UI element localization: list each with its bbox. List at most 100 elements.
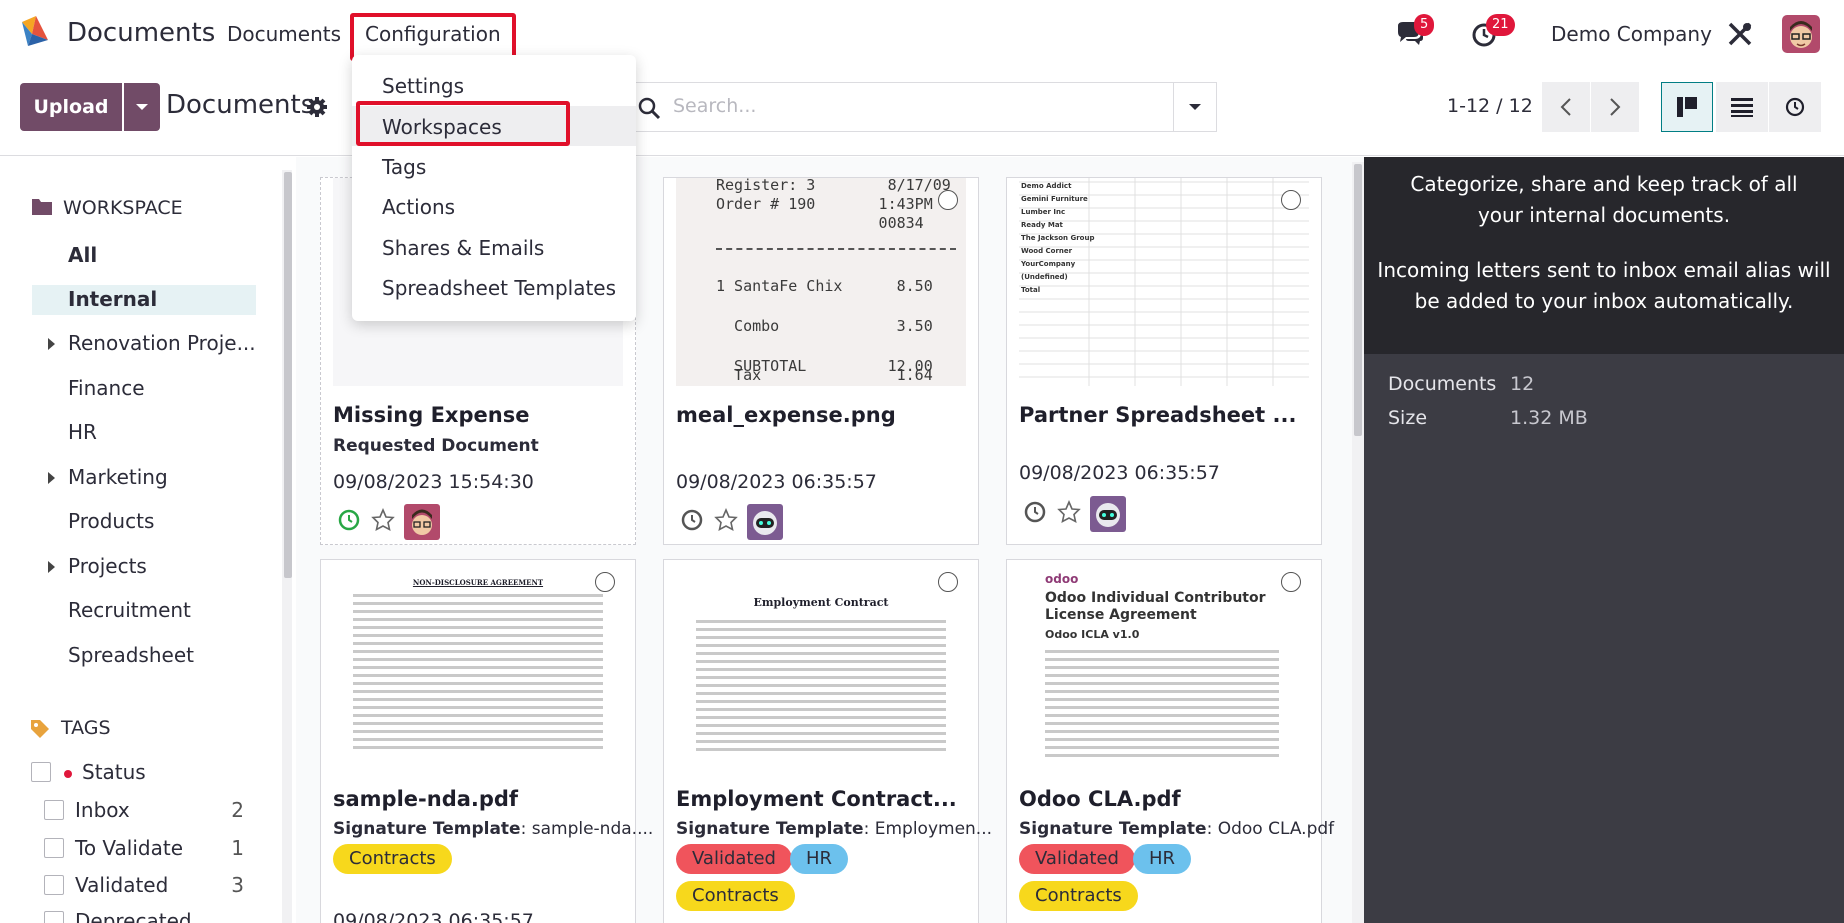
star-icon[interactable]	[714, 508, 738, 532]
documents-app-icon[interactable]	[18, 14, 54, 50]
menu-item-spreadsheet-templates[interactable]: Spreadsheet Templates	[382, 276, 616, 300]
star-icon[interactable]	[371, 508, 395, 532]
workspace-item-recruitment[interactable]: Recruitment	[32, 596, 256, 626]
select-radio[interactable]	[938, 190, 958, 210]
workspace-label: Marketing	[68, 465, 168, 489]
receipt-header: Register: 3 8/17/09 Order # 190 1:43PM 0…	[716, 178, 951, 233]
pager-previous-button[interactable]	[1542, 82, 1590, 132]
upload-button[interactable]: Upload	[20, 83, 122, 131]
tag-item-validated[interactable]: Validated 3	[44, 873, 244, 901]
page-title: Documents	[166, 90, 315, 120]
select-radio[interactable]	[595, 572, 615, 592]
activity-view-button[interactable]	[1769, 82, 1821, 132]
pdf-thumbnail: odoo Odoo Individual Contributor License…	[1019, 560, 1309, 768]
workspace-item-all[interactable]: All	[32, 241, 256, 271]
tag-item-inbox[interactable]: Inbox 2	[44, 798, 244, 826]
receipt-line: Register: 3 8/17/09	[716, 178, 951, 194]
tag-checkbox[interactable]	[44, 875, 64, 895]
workspace-header: WORKSPACE	[63, 197, 183, 219]
workspace-label: Spreadsheet	[68, 643, 194, 667]
kanban-icon	[1677, 97, 1697, 117]
activity-clock-icon[interactable]	[337, 508, 361, 532]
tag-count: 1	[231, 836, 244, 860]
document-card-meal-expense[interactable]: Register: 3 8/17/09 Order # 190 1:43PM 0…	[663, 177, 979, 545]
tag-label: Validated	[75, 873, 169, 897]
document-card-employment-contract[interactable]: Employment Contract Employment Contract.…	[663, 559, 992, 923]
search-input[interactable]	[673, 95, 1173, 117]
help-text-1: Categorize, share and keep track of all …	[1410, 172, 1798, 227]
workspace-item-internal[interactable]: Internal	[32, 285, 256, 315]
tag-contracts: Contracts	[333, 844, 452, 874]
status-checkbox[interactable]	[31, 762, 51, 782]
menu-item-shares-emails[interactable]: Shares & Emails	[382, 236, 544, 260]
workspace-item-products[interactable]: Products	[32, 507, 256, 537]
folder-icon	[32, 199, 52, 215]
doc-text-lines	[696, 620, 946, 756]
caret-right-icon[interactable]	[48, 472, 55, 484]
sidebar-scrollbar-thumb[interactable]	[284, 172, 292, 578]
caret-right-icon[interactable]	[48, 338, 55, 350]
upload-dropdown-toggle[interactable]	[124, 83, 160, 131]
tag-validated: Validated	[676, 844, 792, 874]
select-radio[interactable]	[1281, 572, 1301, 592]
document-inspector: Categorize, share and keep track of all …	[1364, 157, 1844, 923]
status-dot	[64, 770, 72, 778]
owner-avatar[interactable]	[1090, 496, 1126, 532]
kanban-view-button[interactable]	[1661, 82, 1713, 132]
star-icon[interactable]	[1057, 500, 1081, 524]
spreadsheet-thumbnail: Demo Addict Gemini Furniture Lumber Inc …	[1019, 178, 1309, 386]
card-signature-template: Signature Template: Odoo CLA.pdf	[1019, 819, 1335, 839]
pager-next-button[interactable]	[1591, 82, 1639, 132]
select-radio[interactable]	[938, 572, 958, 592]
workspace-label: Renovation Proje...	[68, 331, 256, 355]
card-date: 09/08/2023 06:35:57	[676, 471, 877, 493]
sheet-row: Gemini Furniture	[1021, 195, 1088, 203]
doc-subheading: Odoo ICLA v1.0	[1045, 628, 1140, 641]
workspace-label: All	[68, 243, 98, 267]
pdf-thumbnail: Employment Contract	[676, 560, 966, 768]
control-panel: Upload Documents 1-12 / 12	[0, 68, 1844, 156]
document-card-sample-nda[interactable]: NON-DISCLOSURE AGREEMENT sample-nda.pdf …	[320, 559, 653, 923]
select-radio[interactable]	[1281, 190, 1301, 210]
workspace-item-projects[interactable]: Projects	[32, 552, 256, 582]
menu-item-settings[interactable]: Settings	[382, 74, 464, 98]
receipt-line: 1 SantaFe Chix 8.50	[716, 277, 933, 295]
owner-avatar[interactable]	[404, 504, 440, 540]
user-avatar[interactable]	[1782, 15, 1820, 53]
configuration-dropdown: Settings Workspaces Tags Actions Shares …	[352, 55, 636, 321]
document-card-odoo-cla[interactable]: odoo Odoo Individual Contributor License…	[1006, 559, 1334, 923]
caret-right-icon[interactable]	[48, 561, 55, 573]
activity-clock-icon[interactable]	[680, 508, 704, 532]
workspace-item-renovation[interactable]: Renovation Proje...	[32, 329, 256, 359]
workspace-item-marketing[interactable]: Marketing	[32, 463, 256, 493]
pager-value[interactable]: 1-12 / 12	[1447, 95, 1533, 117]
receipt-thumbnail: Register: 3 8/17/09 Order # 190 1:43PM 0…	[676, 178, 966, 386]
sig-key: Signature Template	[676, 819, 864, 839]
document-card-partner-spreadsheet[interactable]: Demo Addict Gemini Furniture Lumber Inc …	[1006, 177, 1322, 545]
gear-icon[interactable]	[306, 96, 328, 118]
debug-tools-icon[interactable]	[1726, 20, 1754, 48]
workspace-item-hr[interactable]: HR	[32, 418, 256, 448]
menu-documents[interactable]: Documents	[227, 22, 341, 46]
workspace-item-spreadsheet[interactable]: Spreadsheet	[32, 641, 256, 671]
doc-heading: Employment Contract	[753, 596, 889, 609]
tag-item-deprecated[interactable]: Deprecated	[44, 909, 244, 923]
documents-count-label: Documents	[1388, 373, 1497, 395]
tag-checkbox[interactable]	[44, 800, 64, 820]
app-name[interactable]: Documents	[67, 18, 215, 48]
owner-avatar[interactable]	[747, 504, 783, 540]
size-value: 1.32 MB	[1510, 407, 1588, 429]
sig-key: Signature Template	[333, 819, 521, 839]
list-view-button[interactable]	[1716, 82, 1768, 132]
menu-item-actions[interactable]: Actions	[382, 195, 455, 219]
workspace-item-finance[interactable]: Finance	[32, 374, 256, 404]
activity-clock-icon[interactable]	[1023, 500, 1047, 524]
menu-item-tags[interactable]: Tags	[382, 155, 426, 179]
tag-item-to-validate[interactable]: To Validate 1	[44, 836, 244, 864]
company-switcher[interactable]: Demo Company	[1551, 22, 1712, 46]
tag-checkbox[interactable]	[44, 911, 64, 923]
tag-checkbox[interactable]	[44, 838, 64, 858]
search-options-toggle[interactable]	[1173, 82, 1217, 132]
kanban-scrollbar-thumb[interactable]	[1354, 164, 1362, 436]
chevron-right-icon	[1610, 98, 1621, 116]
